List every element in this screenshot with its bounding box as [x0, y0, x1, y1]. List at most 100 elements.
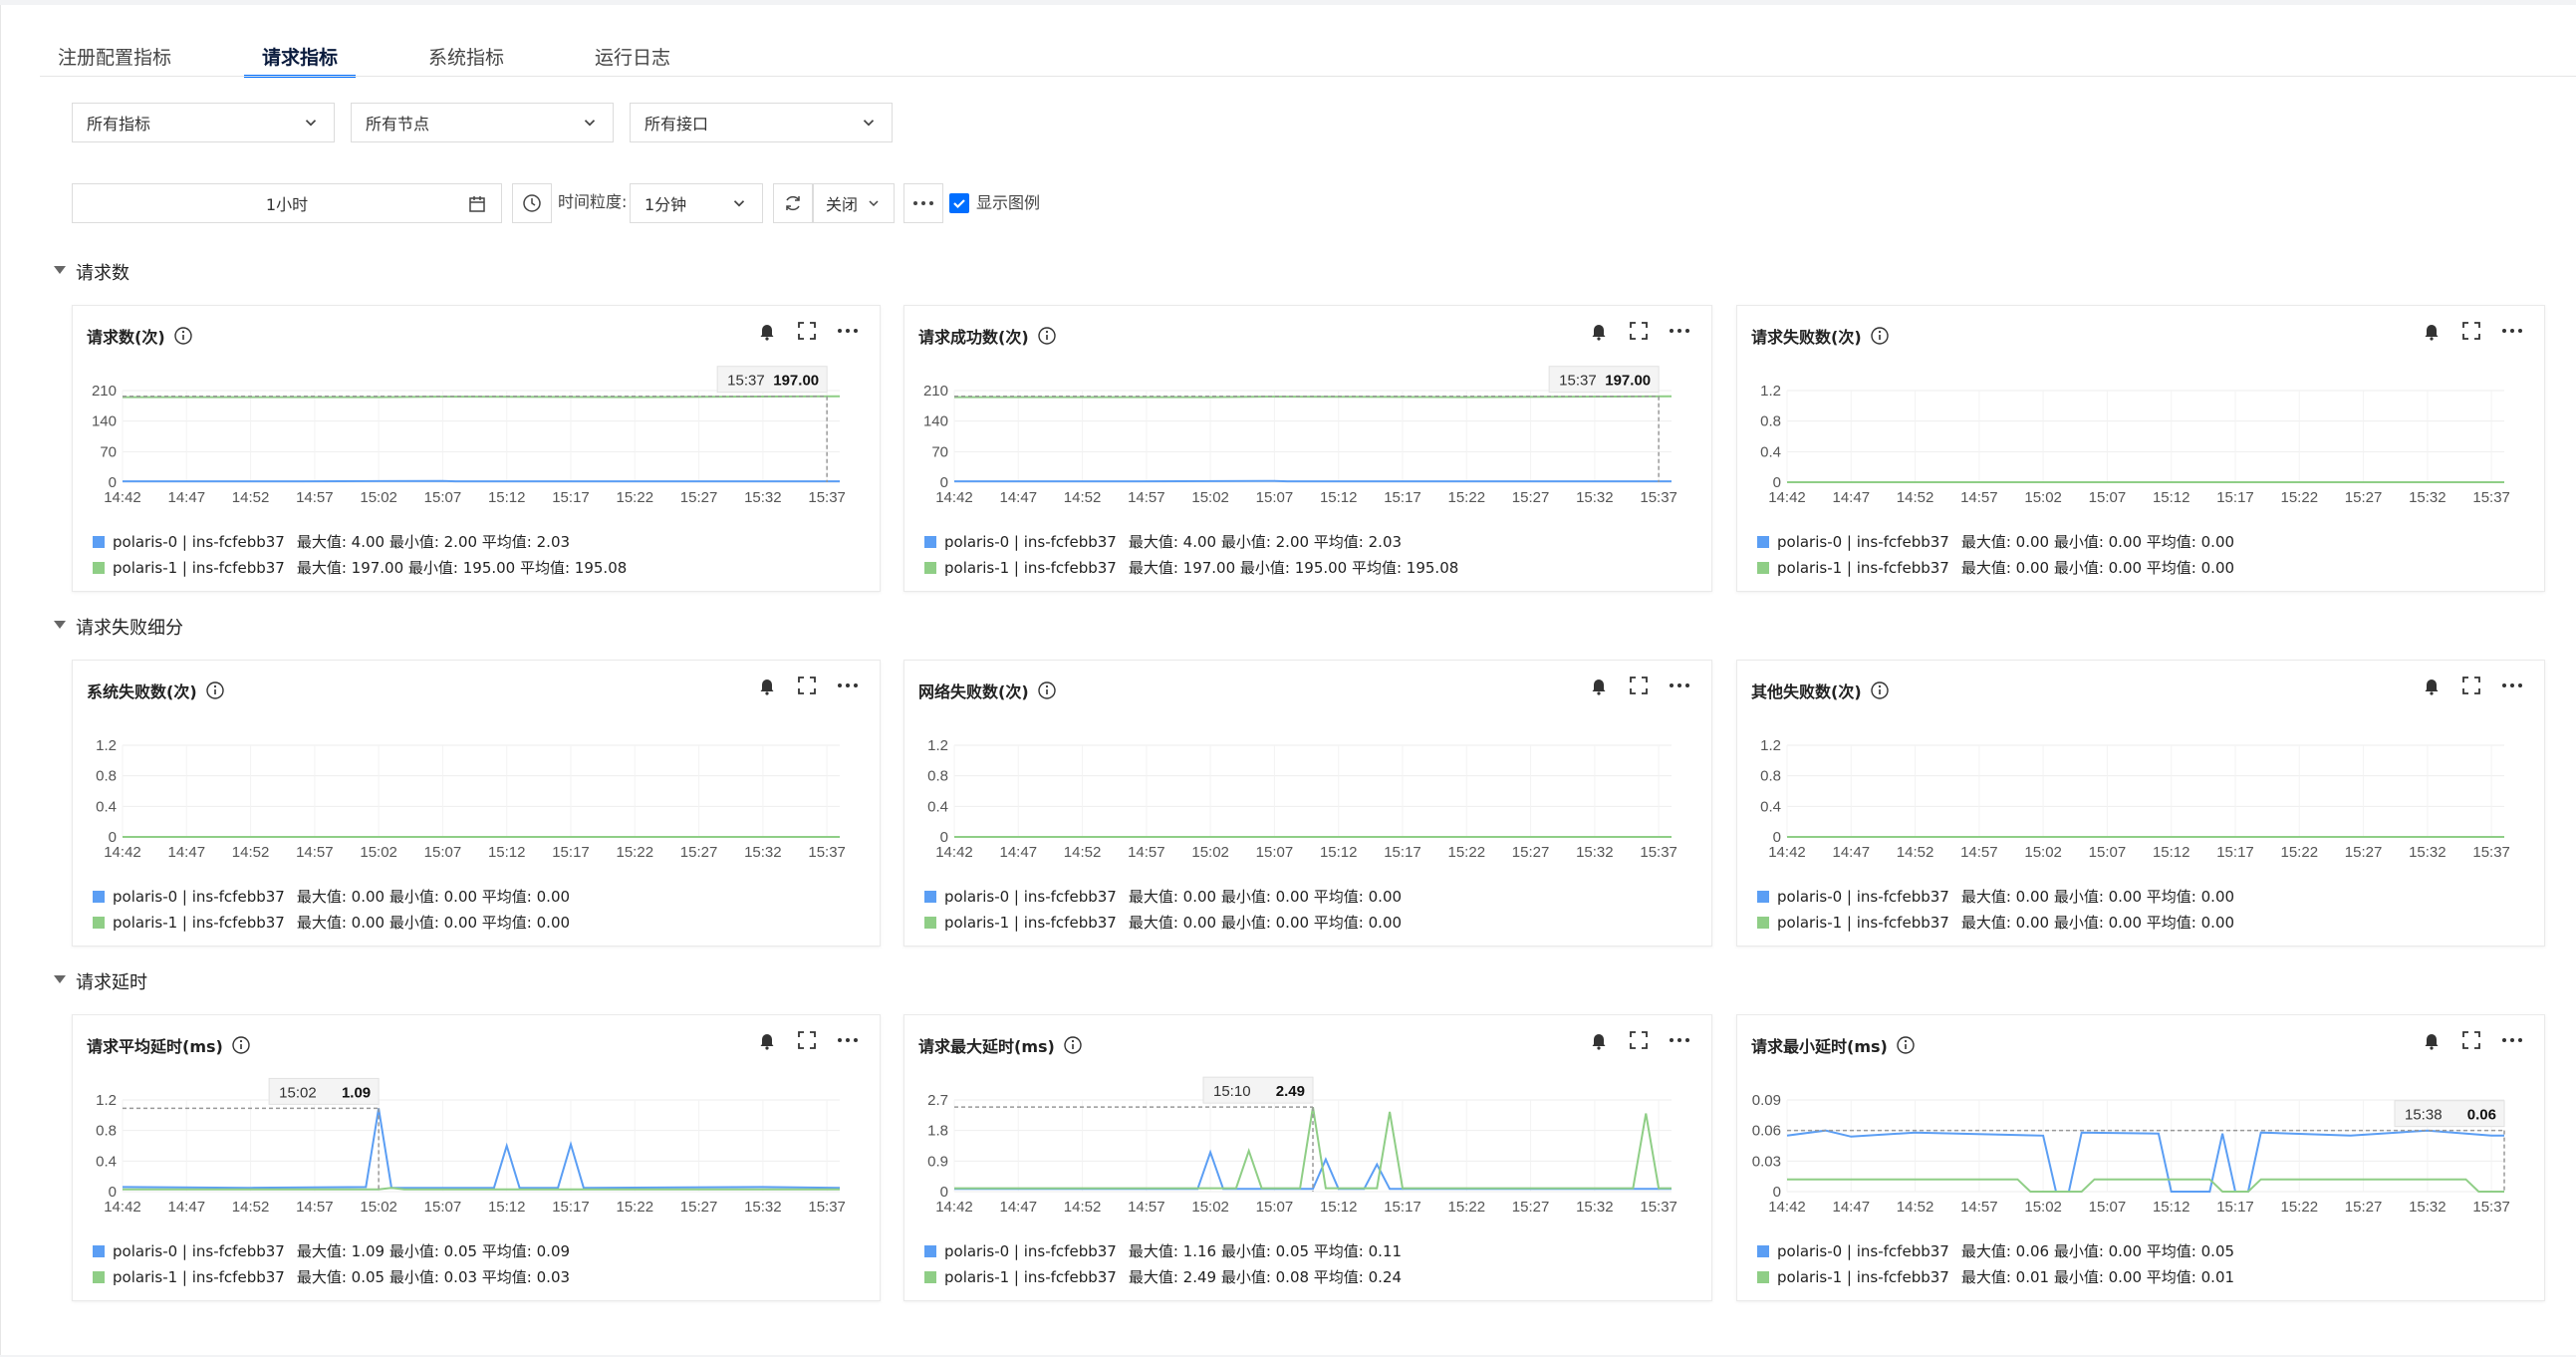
x-tick-label: 15:22 [617, 489, 654, 506]
x-tick-label: 15:12 [2153, 844, 2190, 861]
x-tick-label: 14:52 [1064, 844, 1102, 861]
x-tick-label: 14:42 [935, 489, 973, 506]
auto-refresh-select[interactable]: 关闭 [813, 183, 895, 223]
legend-series-name: polaris-1 | ins-fcfebb37 [113, 913, 285, 932]
y-tick-label: 1.2 [1760, 383, 1781, 400]
legend-stats: 最大值: 0.00 最小值: 0.00 平均值: 0.00 [296, 888, 571, 906]
legend-swatch [93, 890, 105, 903]
y-tick-label: 0.03 [1752, 1153, 1781, 1170]
legend-item[interactable]: polaris-0 | ins-fcfebb37 最大值: 0.00 最小值: 0… [1757, 531, 2234, 552]
x-tick-label: 15:02 [1191, 844, 1229, 861]
x-tick-label: 14:47 [168, 489, 206, 506]
x-tick-label: 15:12 [2153, 1199, 2190, 1216]
x-tick-label: 15:32 [744, 1199, 782, 1216]
show-legend-checkbox[interactable] [949, 193, 969, 213]
x-tick-label: 14:57 [296, 1199, 334, 1216]
legend-series-name: polaris-0 | ins-fcfebb37 [1777, 1241, 1949, 1260]
y-tick-label: 0.8 [927, 768, 948, 785]
legend-item[interactable]: polaris-0 | ins-fcfebb37 最大值: 1.09 最小值: 0… [93, 1240, 570, 1261]
x-tick-label: 15:17 [1384, 489, 1421, 506]
tab-request-metrics[interactable]: 请求指标 [244, 40, 357, 78]
refresh-button[interactable] [773, 183, 813, 223]
section-failure-breakdown[interactable]: 请求失败细分 [54, 614, 183, 640]
series-line-1 [954, 1107, 1672, 1190]
section-title: 请求失败细分 [76, 618, 183, 639]
y-tick-label: 0.06 [1752, 1123, 1781, 1140]
tooltip-time: 15:02 [279, 1084, 317, 1101]
x-tick-label: 15:37 [1640, 489, 1677, 506]
section-request-latency[interactable]: 请求延时 [54, 968, 147, 994]
x-tick-label: 15:22 [1448, 1199, 1486, 1216]
tab-run-logs[interactable]: 运行日志 [577, 40, 688, 76]
x-tick-label: 15:37 [808, 844, 846, 861]
y-tick-label: 70 [931, 443, 948, 460]
x-tick-label: 15:12 [488, 489, 526, 506]
legend-item[interactable]: polaris-1 | ins-fcfebb37 最大值: 0.00 最小值: 0… [93, 912, 570, 933]
chart-card: 请求最大延时(ms) 2.7 1.8 0.9 0 14:42 14:47 14:52 14:57… [903, 1014, 1712, 1301]
x-tick-label: 15:02 [360, 489, 397, 506]
tab-system-metrics[interactable]: 系统指标 [410, 40, 522, 76]
x-tick-label: 15:22 [1448, 489, 1486, 506]
x-tick-label: 15:17 [2216, 844, 2254, 861]
legend-item[interactable]: polaris-0 | ins-fcfebb37 最大值: 0.06 最小值: 0… [1757, 1240, 2234, 1261]
chart-card: 系统失败数(次) 1.2 0.8 0.4 0 14:42 14:47 14:52 14:57 15… [72, 660, 881, 947]
legend-item[interactable]: polaris-1 | ins-fcfebb37 最大值: 197.00 最小值:… [924, 557, 1458, 578]
legend-item[interactable]: polaris-0 | ins-fcfebb37 最大值: 1.16 最小值: 0… [924, 1240, 1402, 1261]
x-tick-label: 14:57 [1128, 489, 1165, 506]
legend-series-name: polaris-1 | ins-fcfebb37 [113, 1267, 285, 1286]
x-tick-label: 15:32 [1576, 844, 1614, 861]
x-tick-label: 14:57 [296, 489, 334, 506]
tab-registry-metrics[interactable]: 注册配置指标 [40, 40, 189, 76]
chevron-down-icon [863, 120, 875, 127]
legend-stats: 最大值: 1.16 最小值: 0.05 平均值: 0.11 [1128, 1242, 1403, 1260]
legend-item[interactable]: polaris-0 | ins-fcfebb37 最大值: 0.00 最小值: 0… [924, 886, 1402, 907]
legend-item[interactable]: polaris-0 | ins-fcfebb37 最大值: 0.00 最小值: 0… [1757, 886, 2234, 907]
x-tick-label: 15:27 [2345, 844, 2383, 861]
legend-item[interactable]: polaris-0 | ins-fcfebb37 最大值: 4.00 最小值: 2… [924, 531, 1402, 552]
time-range-picker[interactable]: 1小时 [72, 183, 502, 223]
legend-stats: 最大值: 0.00 最小值: 0.00 平均值: 0.00 [296, 914, 571, 932]
chevron-down-icon [869, 200, 879, 207]
tab-bar: 注册配置指标 请求指标 系统指标 运行日志 [40, 40, 743, 78]
more-options-button[interactable] [903, 183, 943, 223]
legend-item[interactable]: polaris-1 | ins-fcfebb37 最大值: 0.00 最小值: 0… [924, 912, 1402, 933]
x-tick-label: 15:27 [680, 1199, 718, 1216]
legend-swatch [924, 890, 936, 903]
x-tick-label: 15:02 [1191, 1199, 1229, 1216]
x-tick-label: 14:57 [1960, 844, 1998, 861]
legend-series-name: polaris-0 | ins-fcfebb37 [1777, 532, 1949, 551]
legend-item[interactable]: polaris-1 | ins-fcfebb37 最大值: 0.05 最小值: 0… [93, 1266, 570, 1287]
legend-stats: 最大值: 0.00 最小值: 0.00 平均值: 0.00 [1960, 559, 2235, 577]
y-tick-label: 210 [92, 383, 117, 400]
legend-stats: 最大值: 0.00 最小值: 0.00 平均值: 0.00 [1960, 533, 2235, 551]
tooltip-time: 15:37 [727, 373, 765, 390]
legend-item[interactable]: polaris-1 | ins-fcfebb37 最大值: 0.00 最小值: 0… [1757, 912, 2234, 933]
node-filter-select[interactable]: 所有节点 [351, 103, 614, 142]
x-tick-label: 15:07 [2089, 489, 2127, 506]
legend-stats: 最大值: 0.00 最小值: 0.00 平均值: 0.00 [1128, 914, 1403, 932]
tooltip-time: 15:37 [1559, 373, 1597, 390]
app-root: 注册配置指标 请求指标 系统指标 运行日志 所有指标 所有节点 所有接口 1小时… [0, 0, 2576, 1357]
metric-filter-select[interactable]: 所有指标 [72, 103, 335, 142]
granularity-value: 1分钟 [644, 195, 687, 214]
legend-stats: 最大值: 0.01 最小值: 0.00 平均值: 0.01 [1960, 1268, 2235, 1286]
legend-item[interactable]: polaris-0 | ins-fcfebb37 最大值: 0.00 最小值: 0… [93, 886, 570, 907]
legend-series-name: polaris-1 | ins-fcfebb37 [944, 1267, 1117, 1286]
clock-icon [523, 194, 541, 212]
x-tick-label: 15:32 [744, 489, 782, 506]
api-filter-select[interactable]: 所有接口 [630, 103, 893, 142]
legend-item[interactable]: polaris-0 | ins-fcfebb37 最大值: 4.00 最小值: 2… [93, 531, 570, 552]
legend-item[interactable]: polaris-1 | ins-fcfebb37 最大值: 197.00 最小值:… [93, 557, 627, 578]
x-tick-label: 14:42 [935, 1199, 973, 1216]
legend-stats: 最大值: 0.06 最小值: 0.00 平均值: 0.05 [1960, 1242, 2235, 1260]
granularity-select[interactable]: 1分钟 [630, 183, 763, 223]
x-tick-label: 14:57 [1960, 489, 1998, 506]
clock-button[interactable] [512, 183, 552, 223]
legend-item[interactable]: polaris-1 | ins-fcfebb37 最大值: 2.49 最小值: 0… [924, 1266, 1402, 1287]
section-request-count[interactable]: 请求数 [54, 259, 129, 285]
legend-item[interactable]: polaris-1 | ins-fcfebb37 最大值: 0.01 最小值: 0… [1757, 1266, 2234, 1287]
chart-card: 请求数(次) 210 140 70 0 14:42 14:47 14:52 14:57 15:02… [72, 305, 881, 592]
x-tick-label: 14:52 [1064, 1199, 1102, 1216]
x-tick-label: 15:37 [2472, 1199, 2510, 1216]
legend-item[interactable]: polaris-1 | ins-fcfebb37 最大值: 0.00 最小值: 0… [1757, 557, 2234, 578]
